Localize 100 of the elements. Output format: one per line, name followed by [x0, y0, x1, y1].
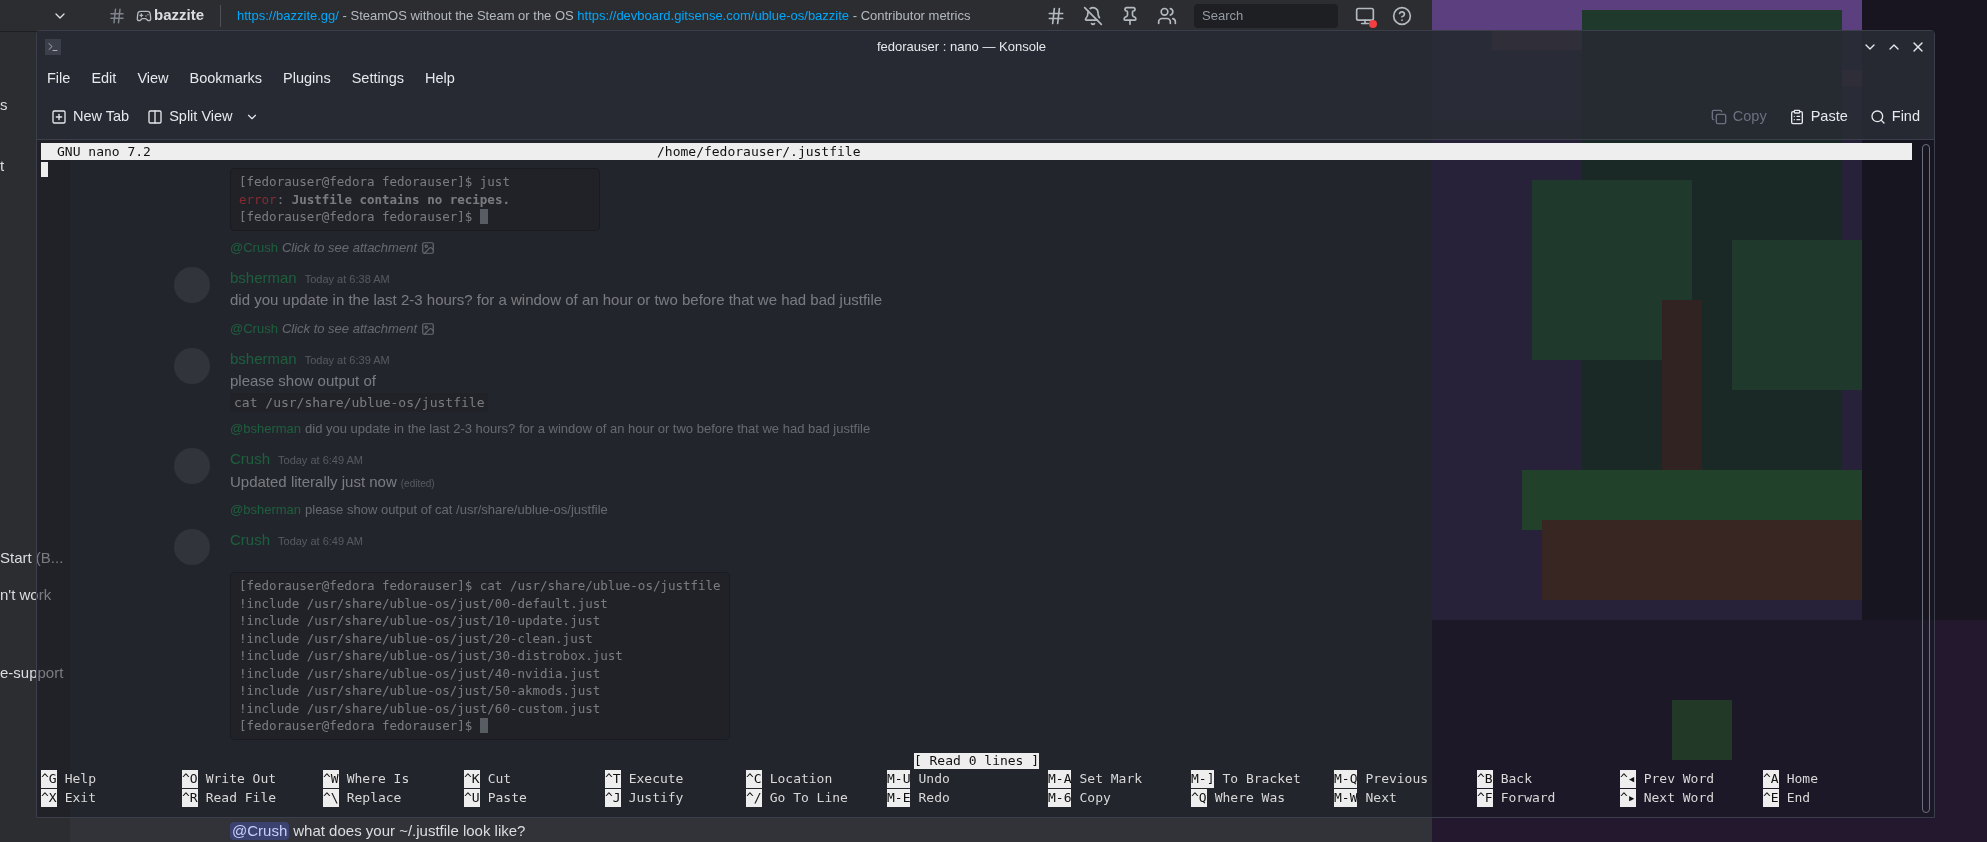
reply-text: please show output of cat /usr/share/ublue-os/justfile — [305, 501, 608, 520]
reply-text: Click to see attachment — [281, 319, 417, 338]
clipboard-icon — [1788, 109, 1805, 125]
code-line: [fedorauser@fedora fedorauser]$ just — [239, 173, 511, 191]
reply-text: did you update in the last 2-3 hours? for a window of an hour or two before that we had bad justfile — [305, 420, 871, 439]
shortcut-key: ^X — [41, 789, 57, 807]
columns-icon — [147, 109, 164, 125]
channel-item[interactable]: Start (B... — [0, 547, 64, 570]
code-line: !include /usr/share/ublue-os/just/40-nvidia.just — [239, 664, 602, 682]
inline-code: cat /usr/share/ublue-os/justfile — [230, 392, 489, 412]
code-line: !include /usr/share/ublue-os/just/60-custom.just — [239, 699, 602, 717]
shortcut-label: Read File — [205, 789, 277, 807]
toolbar-button[interactable]: New Tab — [45, 102, 136, 132]
toolbar-button[interactable]: Find — [1863, 102, 1926, 132]
shortcut-key: ^▸ — [1620, 789, 1636, 807]
shortcut-key: ^\ — [323, 789, 339, 807]
image-icon — [421, 321, 435, 336]
menu-item[interactable]: Edit — [91, 67, 117, 90]
shortcut-key: ^◂ — [1620, 770, 1636, 788]
menu-item[interactable]: Bookmarks — [189, 67, 263, 90]
toolbar-button[interactable]: Paste — [1782, 102, 1854, 132]
shortcut-label: Set Mark — [1079, 770, 1143, 788]
channel-hash-icon — [108, 6, 126, 25]
shortcut-label: Home — [1786, 770, 1818, 788]
shortcut-key: ^U — [464, 789, 480, 807]
code-line: !include /usr/share/ublue-os/just/50-akmods.just — [239, 682, 602, 700]
code-line: !include /usr/share/ublue-os/just/20-clean.just — [239, 629, 594, 647]
search-field[interactable]: Search — [1194, 3, 1338, 28]
shortcut-key: ^O — [182, 770, 198, 788]
shortcut-key: ^B — [1477, 770, 1493, 788]
threads-icon[interactable] — [1046, 5, 1066, 26]
shortcut-label: Next Word — [1643, 789, 1715, 807]
text-cursor — [480, 209, 489, 225]
shortcut-key: M-U — [887, 770, 911, 788]
shortcut-key: M-6 — [1048, 789, 1072, 807]
shortcut-label: Where Is — [346, 770, 410, 788]
shortcut-label: Redo — [918, 789, 950, 807]
shortcut-key: ^E — [1763, 789, 1779, 807]
terminal-icon — [45, 38, 61, 55]
shortcut-label: Back — [1500, 770, 1532, 788]
shortcut-label: Previous — [1365, 770, 1429, 788]
channel-item[interactable]: t — [0, 154, 5, 177]
shortcut-label: Location — [769, 770, 833, 788]
shortcut-label: To Bracket — [1222, 770, 1301, 788]
shortcut-key: ^C — [746, 770, 762, 788]
message-text: Updated literally just now — [230, 471, 397, 492]
search-icon — [1869, 109, 1886, 125]
shortcut-label: Write Out — [205, 770, 277, 788]
shortcut-label: Help — [64, 770, 96, 788]
file-path: /home/fedorauser/.justfile — [657, 143, 861, 160]
text-cursor — [480, 718, 489, 734]
shortcut-key: ^W — [323, 770, 339, 788]
shortcut-key: ^F — [1477, 789, 1493, 807]
menu-item[interactable]: File — [47, 67, 71, 90]
shortcut-label: Prev Word — [1643, 770, 1715, 788]
code-line: !include /usr/share/ublue-os/just/30-distrobox.just — [239, 647, 624, 665]
shortcut-key: ^/ — [746, 789, 762, 807]
window-title: fedorauser : nano — Konsole — [875, 37, 1048, 56]
shortcut-key: M-Q — [1334, 770, 1358, 788]
shortcut-label: Next — [1365, 789, 1397, 807]
copy-icon — [1710, 109, 1727, 125]
new-tab-icon — [51, 109, 67, 125]
shortcut-label: Undo — [918, 770, 950, 788]
menu-item[interactable]: Help — [425, 67, 455, 90]
shortcut-label: Paste — [487, 789, 527, 807]
code-line: [fedorauser@fedora fedorauser]$ — [239, 208, 473, 226]
code-line: !include /usr/share/ublue-os/just/10-update.just — [239, 612, 602, 630]
channel-item[interactable]: e-support — [0, 662, 64, 685]
menu-item[interactable]: Plugins — [283, 67, 331, 90]
shortcut-label: End — [1786, 789, 1811, 807]
shortcut-label: Replace — [346, 789, 402, 807]
channel-item[interactable]: n't work — [0, 583, 52, 606]
channel-item[interactable]: s — [0, 94, 8, 117]
code-line: !include /usr/share/ublue-os/just/00-default.just — [239, 594, 609, 612]
menu-item[interactable]: View — [137, 67, 169, 90]
menu-item[interactable]: Settings — [351, 67, 405, 90]
nano-version: GNU nano 7.2 — [57, 143, 152, 160]
channel-topic: https://bazzite.gg/ - SteamOS without the Steam or the OS https://devboard.gitsense.com/ublue-os/bazzite - Contributor metrics — [237, 6, 971, 25]
text-cursor — [41, 162, 48, 177]
shortcut-key: ^K — [464, 770, 480, 788]
mention[interactable]: @Crush — [230, 822, 290, 840]
bell-off-icon[interactable] — [1083, 5, 1103, 26]
reply-text: Click to see attachment — [281, 238, 417, 257]
error-label: error — [239, 190, 277, 208]
shortcut-key: ^R — [182, 789, 198, 807]
image-icon — [421, 240, 435, 255]
shortcut-label: Copy — [1079, 789, 1111, 807]
pin-icon[interactable] — [1120, 5, 1140, 26]
shortcut-label: Forward — [1500, 789, 1556, 807]
code-line: [fedorauser@fedora fedorauser]$ cat /usr/share/ublue-os/justfile — [239, 577, 721, 595]
help-icon[interactable] — [1392, 5, 1412, 26]
message-text: did you update in the last 2-3 hours? for a window of an hour or two before that we had bad justfile — [230, 290, 883, 310]
shortcut-label: Where Was — [1214, 789, 1286, 807]
message-text: please show output of — [230, 371, 376, 391]
code-line: : Justfile contains no recipes. — [276, 190, 510, 208]
shortcut-key: ^G — [41, 770, 57, 788]
toolbar-button[interactable]: Split View — [141, 102, 265, 132]
members-icon[interactable] — [1157, 5, 1177, 26]
code-line: [fedorauser@fedora fedorauser]$ — [239, 717, 473, 735]
shortcut-key: ^Q — [1191, 789, 1207, 807]
